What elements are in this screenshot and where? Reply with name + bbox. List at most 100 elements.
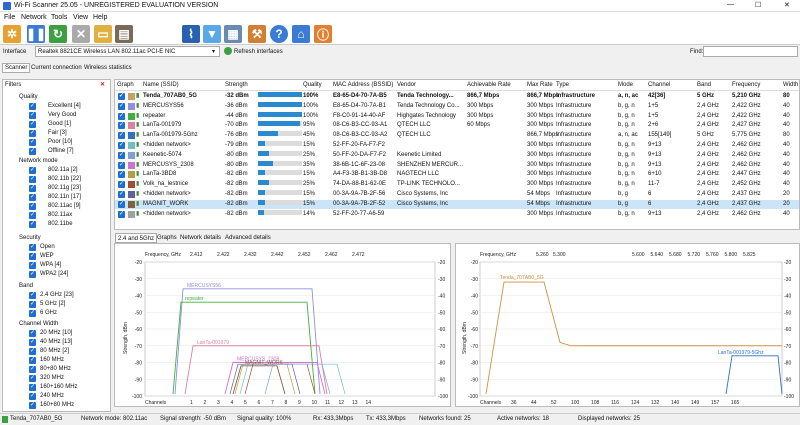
col-frequency[interactable]: Frequency — [732, 82, 760, 88]
row-checkbox[interactable] — [118, 131, 125, 140]
group-network-mode[interactable]: Network mode — [19, 157, 58, 166]
tab-24-and-5ghz[interactable]: 2.4 and 5Ghz — [115, 233, 158, 243]
refresh-icon[interactable]: ↻ — [49, 25, 67, 43]
checkbox-160mhz[interactable] — [29, 356, 36, 364]
table-row[interactable]: ▮<hidden network> -79 dBm 15% 52-FF-20-FA-F… — [115, 141, 799, 150]
menu-view[interactable]: View — [73, 14, 88, 21]
close-button[interactable]: ✕ — [784, 1, 790, 9]
checkbox-16080mhz[interactable] — [29, 401, 36, 409]
tab-scanner[interactable]: Scanner — [2, 63, 31, 73]
table-row[interactable]: ▮MERCUSYS56 -36 dBm 100% E8-65-D4-70-7A-B1 T… — [115, 101, 799, 111]
row-checkbox[interactable] — [118, 92, 125, 101]
row-checkbox[interactable] — [118, 210, 125, 219]
col-channel[interactable]: Channel — [648, 82, 670, 88]
checkbox-80211a[interactable] — [29, 166, 36, 174]
pause-icon[interactable]: ❚❚ — [26, 25, 46, 43]
checkbox-8080mhz[interactable] — [29, 365, 36, 373]
tab-advanced-details[interactable]: Advanced details — [223, 233, 273, 243]
checkbox-80211b[interactable] — [29, 175, 36, 183]
table-row[interactable]: ▮LanTa-001979-5Ghz -76 dBm 45% 08-C6-B3-CC-… — [115, 131, 799, 140]
checkbox-24ghz[interactable] — [29, 291, 36, 299]
checkbox-80211ax[interactable] — [29, 211, 36, 219]
find-input[interactable] — [703, 46, 798, 57]
checkbox-80211ac[interactable] — [29, 202, 36, 210]
dropdown-arrow-icon[interactable]: ▾ — [212, 48, 215, 55]
tab-wireless-statistics[interactable]: Wireless statistics — [84, 65, 132, 71]
clear-icon[interactable]: ✕ — [72, 25, 90, 43]
close-filters-icon[interactable]: ✕ — [100, 81, 105, 90]
checkbox-fair[interactable] — [29, 129, 36, 137]
checkbox-80mhz[interactable] — [29, 347, 36, 355]
filter-icon[interactable]: ▼ — [203, 25, 221, 43]
checkbox-5ghz[interactable] — [29, 300, 36, 308]
checkbox-40mhz[interactable] — [29, 338, 36, 346]
row-checkbox[interactable] — [118, 200, 125, 209]
col-mode[interactable]: Mode — [618, 82, 633, 88]
col-ssid[interactable]: Name (SSID) — [143, 82, 179, 88]
menu-network[interactable]: Network — [21, 14, 47, 21]
row-checkbox[interactable] — [118, 112, 125, 121]
table-row[interactable]: ▮MAGNIT_WORK -82 dBm 15% 00-3A-9A-7B-2F-52 C… — [115, 199, 799, 209]
help-icon[interactable]: ? — [270, 25, 288, 43]
save-icon[interactable]: ▤ — [115, 25, 133, 43]
home-icon[interactable]: ⌂ — [292, 25, 310, 43]
checkbox-160160mhz[interactable] — [29, 383, 36, 391]
tab-current-connection[interactable]: Current connection — [31, 65, 82, 71]
settings-icon[interactable]: ⚒ — [248, 25, 266, 43]
checkbox-excellent[interactable] — [29, 102, 36, 110]
checkbox-offline[interactable] — [29, 147, 36, 155]
row-checkbox[interactable] — [118, 151, 125, 160]
table-row[interactable]: ▮Keenetic-5074 -80 dBm 25% 50-FF-20-DA-F7-F… — [115, 150, 799, 160]
table-row[interactable]: ▮<hidden network> -82 dBm 14% 52-FF-20-77-A… — [115, 209, 799, 219]
refresh-interfaces-button[interactable]: Refresh interfaces — [234, 49, 283, 55]
group-quality[interactable]: Quality — [19, 93, 38, 102]
checkbox-20mhz[interactable] — [29, 329, 36, 337]
table-row[interactable]: ▮<hidden network> -82 dBm 15% 00-3A-9A-7B-2… — [115, 190, 799, 199]
signal-icon[interactable]: ⌇ — [182, 25, 200, 43]
col-max-rate[interactable]: Max Rate — [527, 82, 553, 88]
table-row[interactable]: ▮repeater -44 dBm 100% F8-C0-91-14-40-AF Hig… — [115, 111, 799, 121]
col-mac[interactable]: MAC Address (BSSID) — [333, 82, 393, 88]
row-checkbox[interactable] — [118, 102, 125, 111]
checkbox-wpa[interactable] — [29, 261, 36, 269]
checkbox-open[interactable] — [29, 243, 36, 251]
row-checkbox[interactable] — [118, 170, 125, 179]
checkbox-wep[interactable] — [29, 252, 36, 260]
group-security[interactable]: Security — [19, 234, 41, 243]
row-checkbox[interactable] — [118, 190, 125, 199]
checkbox-80211n[interactable] — [29, 193, 36, 201]
row-checkbox[interactable] — [118, 180, 125, 189]
folder-icon[interactable]: ▭ — [94, 25, 112, 43]
row-checkbox[interactable] — [118, 161, 125, 170]
checkbox-6ghz[interactable] — [29, 309, 36, 317]
checkbox-240mhz[interactable] — [29, 392, 36, 400]
col-width[interactable]: Width — [783, 82, 798, 88]
table-row[interactable]: ▮LanTa-3BD8 -82 dBm 15% A4-F3-3B-B1-3B-D8 NA… — [115, 170, 799, 179]
tab-graphs[interactable]: Graphs — [155, 233, 179, 243]
checkbox-good[interactable] — [29, 120, 36, 128]
menu-tools[interactable]: Tools — [51, 14, 67, 21]
tab-network-details[interactable]: Network details — [178, 233, 223, 243]
row-checkbox[interactable] — [118, 121, 125, 130]
col-achievable-rate[interactable]: Achievable Rate — [467, 82, 511, 88]
checkbox-wpa2[interactable] — [29, 270, 36, 278]
group-band[interactable]: Band — [19, 282, 33, 291]
maximize-button[interactable]: ☐ — [755, 1, 761, 9]
group-channel-width[interactable]: Channel Width — [19, 320, 58, 329]
row-checkbox[interactable] — [118, 141, 125, 150]
scan-icon[interactable]: ✲ — [3, 25, 21, 43]
col-vendor[interactable]: Vendor — [397, 82, 416, 88]
col-strength[interactable]: Strength — [225, 82, 248, 88]
checkbox-320mhz[interactable] — [29, 374, 36, 382]
table-row[interactable]: ▮MERCUSYS_2308 -80 dBm 35% 38-6B-1C-6F-23-0… — [115, 160, 799, 170]
refresh-interfaces-icon[interactable] — [224, 47, 232, 55]
checkbox-poor[interactable] — [29, 138, 36, 146]
checkbox-very-good[interactable] — [29, 111, 36, 119]
table-row[interactable]: ▮Tenda_707AB0_5G -32 dBm 100% E8-65-D4-70-7… — [115, 92, 799, 101]
table-row[interactable]: ▮LanTa-001979 -70 dBm 95% 08-C6-B3-CC-93-A1… — [115, 121, 799, 130]
checkbox-80211g[interactable] — [29, 184, 36, 192]
table-row[interactable]: ▮Volk_na_lestnice -82 dBm 25% 74-DA-88-B1-6… — [115, 180, 799, 189]
col-type[interactable]: Type — [556, 82, 569, 88]
col-band[interactable]: Band — [697, 82, 711, 88]
checkbox-80211be[interactable] — [29, 220, 36, 228]
